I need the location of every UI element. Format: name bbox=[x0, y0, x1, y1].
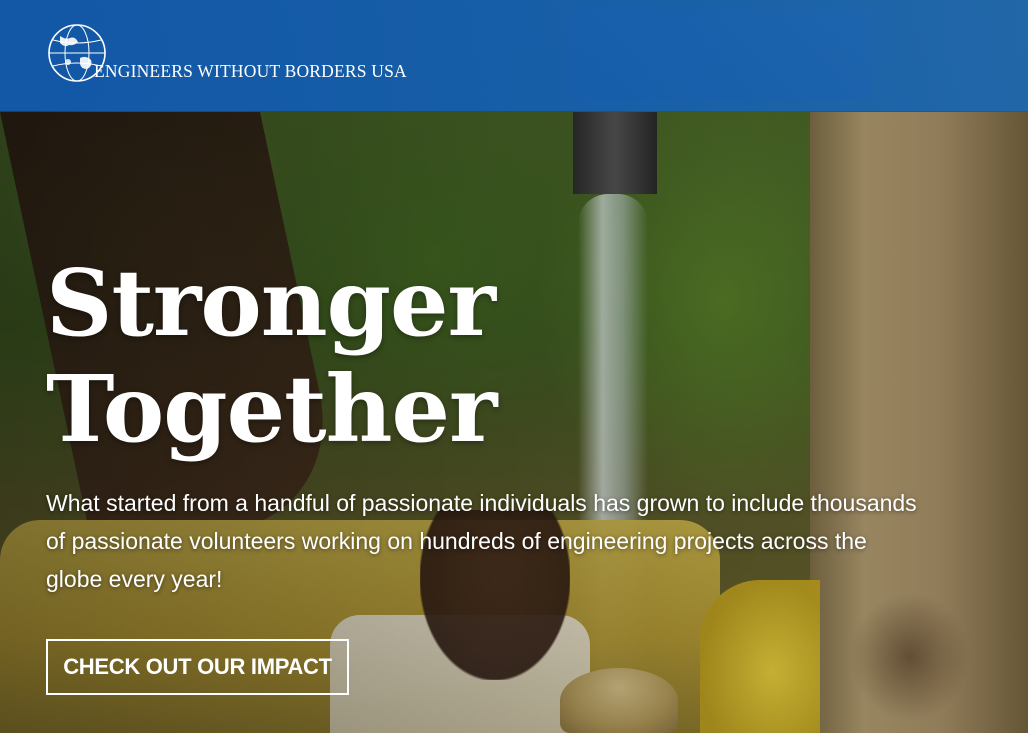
hero-headline: Stronger Together bbox=[46, 249, 498, 463]
logo-text: ENGINEERS WITHOUT BORDERS USA bbox=[94, 61, 407, 81]
headline-line-2: Together bbox=[46, 355, 498, 463]
site-header: ENGINEERS WITHOUT BORDERS USA bbox=[0, 0, 1028, 111]
hero-intro-text: What started from a handful of passionat… bbox=[46, 490, 917, 592]
site-logo-link[interactable]: ENGINEERS WITHOUT BORDERS USA bbox=[46, 22, 407, 84]
check-out-our-impact-button[interactable]: CHECK OUT OUR IMPACT bbox=[46, 639, 349, 695]
headline-line-1: Stronger bbox=[46, 249, 496, 357]
